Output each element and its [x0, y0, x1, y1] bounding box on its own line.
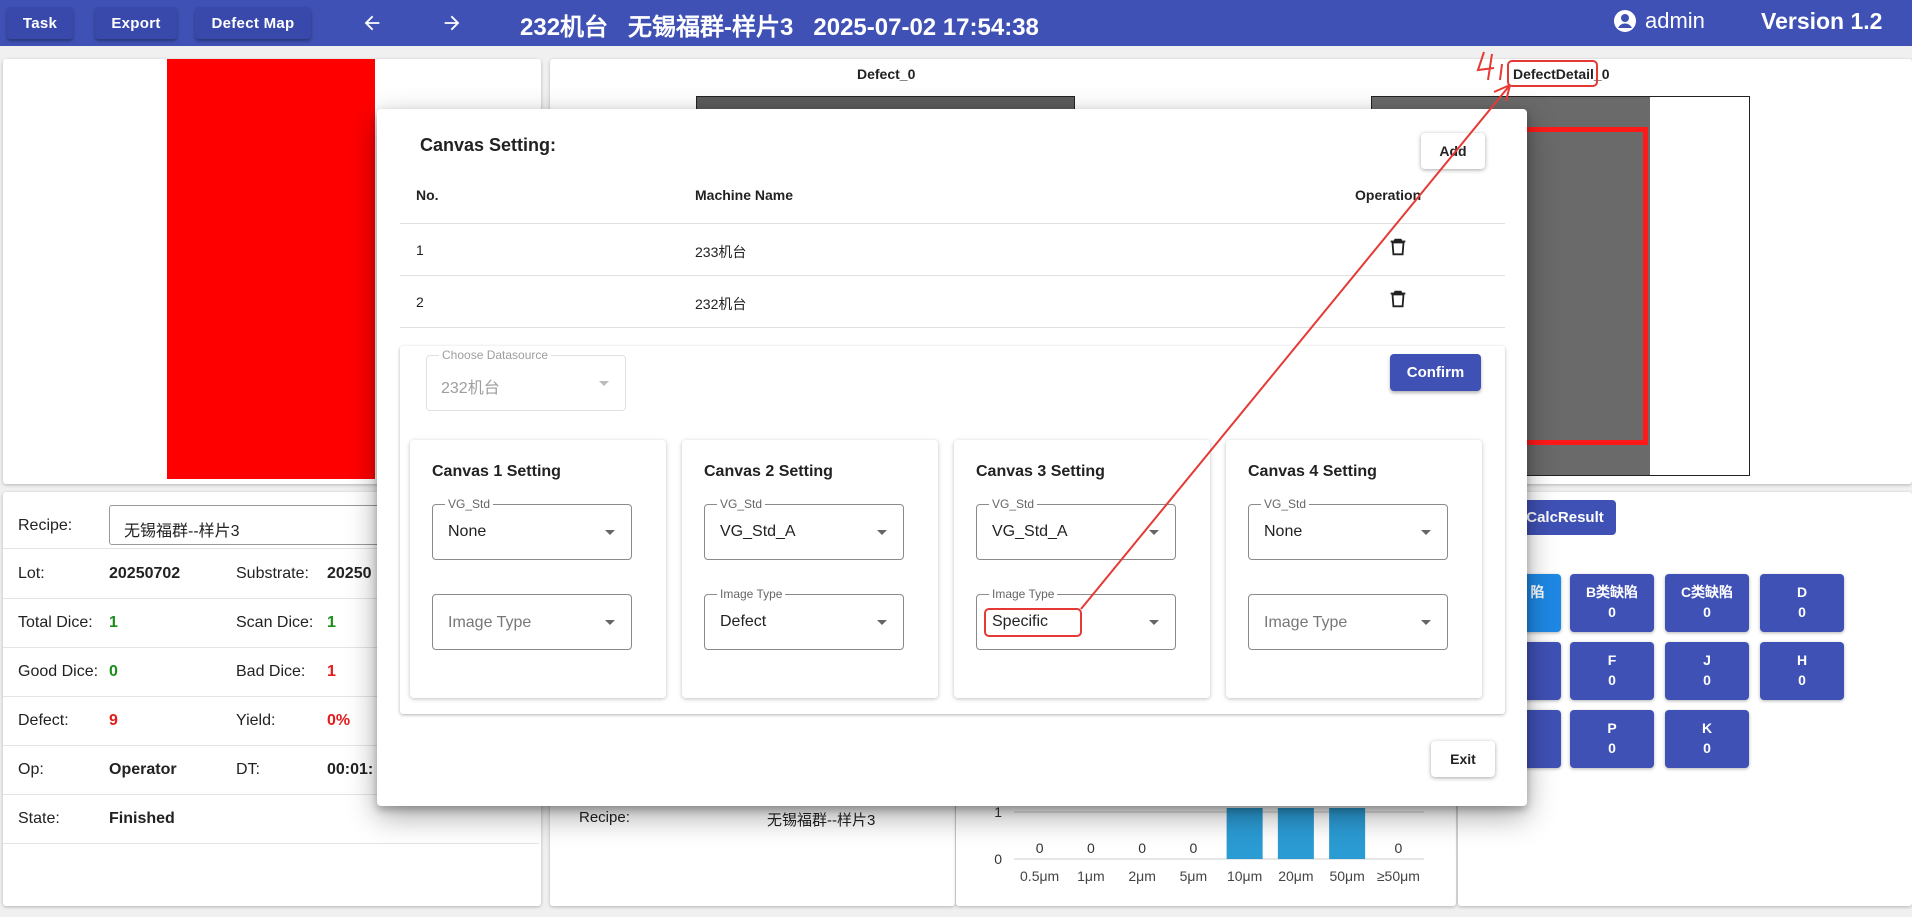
chevron-down-icon: [877, 620, 887, 625]
datasource-select: Choose Datasource 232机台: [426, 348, 626, 411]
canvas-2-vg-select[interactable]: VG_Std VG_Std_A: [704, 497, 904, 560]
vg-label: VG_Std: [445, 497, 494, 511]
chevron-down-icon: [605, 530, 615, 535]
canvas-2-title: Canvas 2 Setting: [704, 463, 833, 480]
vg-label: VG_Std: [989, 497, 1038, 511]
chevron-down-icon: [599, 381, 609, 386]
canvas-settings-section: Choose Datasource 232机台 Confirm Canvas 1…: [400, 346, 1505, 714]
datasource-value: 232机台: [441, 380, 500, 397]
datasource-label: Choose Datasource: [439, 348, 552, 362]
canvas-1-image-type-select[interactable]: Image Type: [432, 594, 632, 650]
canvas-1-vg-select[interactable]: VG_Std None: [432, 497, 632, 560]
row-machine: 233机台: [695, 244, 747, 260]
col-header-operation: Operation: [1355, 187, 1422, 203]
defect-map-button[interactable]: Defect Map: [195, 7, 311, 39]
vg-value: VG_Std_A: [720, 523, 796, 540]
account-circle-icon: [1614, 10, 1636, 32]
canvas-1-card: Canvas 1 Setting VG_Std None Image Type: [410, 440, 666, 698]
back-arrow-icon[interactable]: [357, 8, 387, 38]
canvas-3-image-type-select[interactable]: Image Type Specific: [976, 587, 1176, 650]
canvas-1-title: Canvas 1 Setting: [432, 463, 561, 480]
canvas-4-vg-select[interactable]: VG_Std None: [1248, 497, 1448, 560]
row-no: 2: [416, 294, 424, 310]
canvas-4-image-type-select[interactable]: Image Type: [1248, 594, 1448, 650]
image-type-label: Image Type: [717, 587, 786, 601]
task-button[interactable]: Task: [7, 7, 73, 39]
user-menu[interactable]: admin: [1613, 8, 1705, 34]
canvas-3-vg-select[interactable]: VG_Std VG_Std_A: [976, 497, 1176, 560]
add-button[interactable]: Add: [1421, 133, 1485, 169]
canvas-2-image-type-select[interactable]: Image Type Defect: [704, 587, 904, 650]
top-app-bar: Task Export Defect Map 232机台 无锡福群-样片3 20…: [0, 0, 1912, 46]
chevron-down-icon: [1149, 530, 1159, 535]
export-button[interactable]: Export: [95, 7, 177, 39]
image-type-label: Image Type: [989, 587, 1058, 601]
vg-label: VG_Std: [717, 497, 766, 511]
canvas-3-title: Canvas 3 Setting: [976, 463, 1105, 480]
username: admin: [1645, 8, 1705, 33]
row-machine: 232机台: [695, 296, 747, 312]
image-type-value: Specific: [992, 613, 1049, 630]
chevron-down-icon: [605, 620, 615, 625]
canvas-4-title: Canvas 4 Setting: [1248, 463, 1377, 480]
image-type-placeholder: Image Type: [448, 614, 532, 631]
vg-label: VG_Std: [1261, 497, 1310, 511]
canvas-3-card: Canvas 3 Setting VG_Std VG_Std_A Image T…: [954, 440, 1210, 698]
version-label: Version 1.2: [1761, 8, 1883, 34]
chevron-down-icon: [1421, 530, 1431, 535]
canvas-setting-dialog: Canvas Setting: Add No. Machine Name Ope…: [377, 109, 1527, 806]
vg-value: None: [448, 523, 487, 540]
col-header-machine: Machine Name: [695, 187, 794, 203]
chevron-down-icon: [1149, 620, 1159, 625]
exit-button[interactable]: Exit: [1431, 741, 1495, 777]
table-row: 1 233机台: [400, 223, 1505, 275]
forward-arrow-icon[interactable]: [437, 8, 467, 38]
dialog-title: Canvas Setting:: [420, 135, 557, 155]
delete-icon[interactable]: [1387, 288, 1409, 310]
vg-value: VG_Std_A: [992, 523, 1068, 540]
table-row: 2 232机台: [400, 275, 1505, 327]
delete-icon[interactable]: [1387, 236, 1409, 258]
chevron-down-icon: [1421, 620, 1431, 625]
canvas-2-card: Canvas 2 Setting VG_Std VG_Std_A Image T…: [682, 440, 938, 698]
confirm-button[interactable]: Confirm: [1390, 354, 1481, 391]
chevron-down-icon: [877, 530, 887, 535]
vg-value: None: [1264, 523, 1303, 540]
col-header-no: No.: [416, 187, 439, 203]
canvas-4-card: Canvas 4 Setting VG_Std None Image Type: [1226, 440, 1482, 698]
image-type-placeholder: Image Type: [1264, 614, 1348, 631]
page-title: 232机台 无锡福群-样片3 2025-07-02 17:54:38: [520, 14, 1039, 41]
image-type-value: Defect: [720, 613, 767, 630]
row-no: 1: [416, 242, 424, 258]
